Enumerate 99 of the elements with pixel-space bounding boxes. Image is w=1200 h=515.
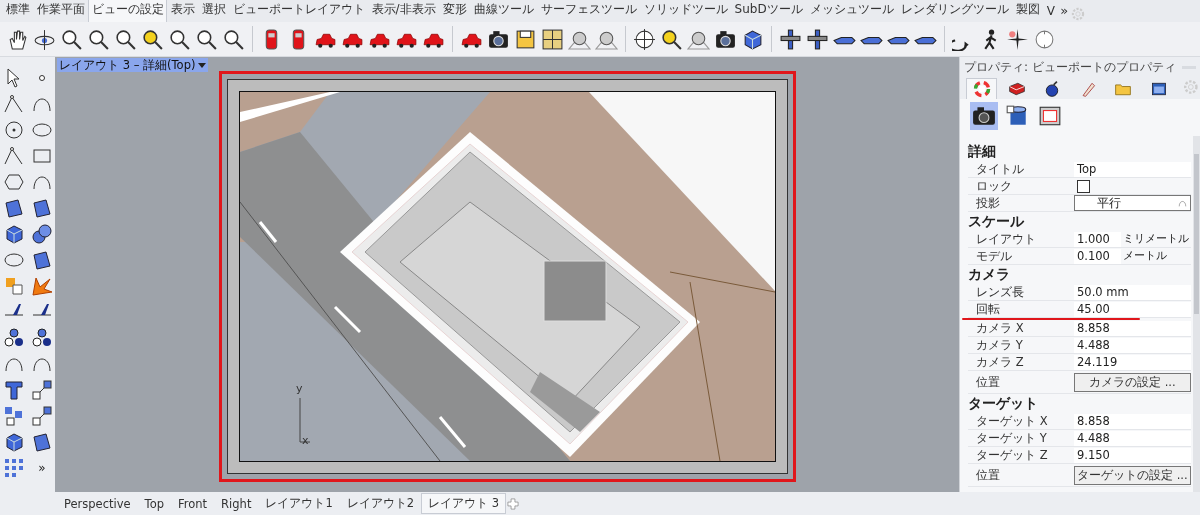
dropdown[interactable]: 平行: [1074, 195, 1191, 211]
ribbon-tab[interactable]: レンダリングツール: [897, 0, 1013, 22]
viewport-tab[interactable]: Top: [137, 493, 171, 514]
frame-icon: [1038, 104, 1062, 128]
input-field[interactable]: 8.858: [1074, 413, 1191, 429]
layers-icon: [1008, 80, 1027, 98]
zoom-icon[interactable]: [60, 27, 83, 51]
ribbon-tab[interactable]: サーフェスツール: [537, 0, 641, 22]
compass-icon[interactable]: [1033, 27, 1056, 51]
input-field[interactable]: 8.858: [1074, 320, 1191, 336]
field-label: ターゲット X: [975, 413, 1049, 429]
ribbon-tab[interactable]: 表示: [167, 0, 198, 22]
panel-title: プロパティ: ビューポートのプロパティ: [964, 59, 1176, 76]
section-heading: 詳細: [968, 142, 997, 161]
orbit-icon[interactable]: [33, 27, 56, 51]
set-button[interactable]: ターゲットの設定 ...: [1074, 465, 1191, 485]
viewport-tab[interactable]: Perspective: [57, 493, 138, 514]
overflow-button[interactable]: »: [1058, 3, 1071, 22]
zoom-icon[interactable]: [222, 27, 245, 51]
input-field[interactable]: 9.150: [1074, 447, 1191, 463]
zoom-icon[interactable]: [195, 27, 218, 51]
field-label: ターゲット Z: [975, 447, 1049, 463]
polyline-icon[interactable]: [3, 93, 25, 115]
grid-icon[interactable]: [541, 27, 564, 51]
field-label: 位置: [975, 467, 1001, 483]
input-field[interactable]: 24.119: [1074, 354, 1191, 370]
scrollbar-thumb[interactable]: [1193, 154, 1199, 314]
circles-icon[interactable]: [3, 327, 25, 349]
input-field[interactable]: 50.0 mm: [1074, 284, 1191, 300]
field-label: ロック: [975, 178, 1013, 194]
spheres-icon[interactable]: [31, 223, 53, 245]
section-heading: カメラ: [968, 265, 1011, 284]
ribbon-tab[interactable]: 選択: [198, 0, 229, 22]
input-field[interactable]: 4.488: [1074, 337, 1191, 353]
text-icon[interactable]: [3, 379, 25, 401]
section-heading: スケール: [968, 212, 1025, 231]
ribbon-tab[interactable]: V: [1043, 0, 1059, 22]
viewport-tab[interactable]: Front: [171, 493, 215, 514]
viewport-tab[interactable]: レイアウト2: [339, 493, 422, 514]
scrollbar[interactable]: [1192, 136, 1200, 492]
grid-squares-icon[interactable]: [3, 457, 25, 479]
input-field[interactable]: 4.488: [1074, 430, 1191, 446]
field-label: モデル: [975, 248, 1013, 264]
field-label: 投影: [975, 195, 1001, 211]
camera-icon: [972, 104, 996, 128]
field-label: タイトル: [975, 161, 1025, 177]
ribbon-tab[interactable]: ソリッドツール: [640, 0, 732, 22]
view-button[interactable]: [970, 102, 998, 130]
circles-icon[interactable]: [31, 327, 53, 349]
input-field[interactable]: 1.000: [1074, 231, 1121, 247]
database-icon: [1005, 104, 1029, 128]
viewport-tab[interactable]: レイアウト1: [258, 493, 340, 514]
input-field[interactable]: 0.100: [1074, 248, 1121, 264]
ribbon-tab[interactable]: 作業平面: [33, 0, 88, 22]
axis-label: x: [301, 434, 308, 447]
field-label: 回転: [975, 301, 1001, 317]
ribbon-tab[interactable]: ビューポートレイアウト: [229, 0, 368, 22]
input-field[interactable]: Top: [1074, 161, 1191, 177]
section-heading: ターゲット: [968, 394, 1039, 413]
polygon-icon[interactable]: [3, 171, 25, 193]
surface-icon[interactable]: [31, 197, 53, 219]
unit-label: メートル: [1122, 249, 1167, 263]
field-label: カメラ Y: [975, 337, 1024, 353]
surface-icon[interactable]: [3, 197, 25, 219]
scale-icon[interactable]: [31, 379, 53, 401]
ribbon-tab[interactable]: SubDツール: [731, 0, 807, 22]
input-field[interactable]: 45.00: [1074, 301, 1191, 317]
circle-icon[interactable]: [3, 119, 25, 141]
ribbon-tab[interactable]: 製図: [1012, 0, 1044, 22]
axis-label: y: [295, 382, 302, 395]
save-icon[interactable]: [514, 27, 537, 51]
field-label: カメラ X: [975, 320, 1025, 336]
more-button[interactable]: »: [38, 461, 46, 475]
ribbon-tab[interactable]: 曲線ツール: [470, 0, 538, 22]
burst-icon[interactable]: [31, 275, 53, 297]
box-icon[interactable]: [3, 431, 25, 453]
field-label: レンズ長: [975, 284, 1025, 300]
ribbon-tab[interactable]: 標準: [2, 0, 33, 22]
box-icon[interactable]: [3, 223, 25, 245]
zoom-selected-icon[interactable]: [141, 27, 164, 51]
field-label: ターゲット Y: [975, 430, 1048, 446]
viewport-tab[interactable]: Right: [214, 493, 259, 514]
viewport-title[interactable]: レイアウト 3 – 詳細(Top): [57, 58, 209, 72]
window-icon: [1149, 80, 1168, 98]
color-wheel-icon: [972, 80, 991, 98]
checkbox[interactable]: [1077, 179, 1090, 193]
field-label: カメラ Z: [975, 354, 1025, 370]
ribbon-tab[interactable]: 変形: [439, 0, 471, 22]
ribbon-tab[interactable]: メッシュツール: [806, 0, 898, 22]
unit-label: ミリメートル: [1122, 232, 1189, 246]
surface-icon[interactable]: [31, 249, 53, 271]
field-label: レイアウト: [975, 231, 1037, 247]
viewport-tab[interactable]: レイアウト 3: [421, 493, 507, 514]
ribbon-tab[interactable]: ビューの設定: [88, 0, 167, 22]
field-label: 位置: [975, 374, 1001, 390]
ribbon-tab[interactable]: 表示/非表示: [368, 0, 440, 22]
set-button[interactable]: カメラの設定 ...: [1074, 372, 1191, 392]
blocks-icon[interactable]: [3, 405, 25, 427]
caret-icon[interactable]: [198, 62, 207, 68]
